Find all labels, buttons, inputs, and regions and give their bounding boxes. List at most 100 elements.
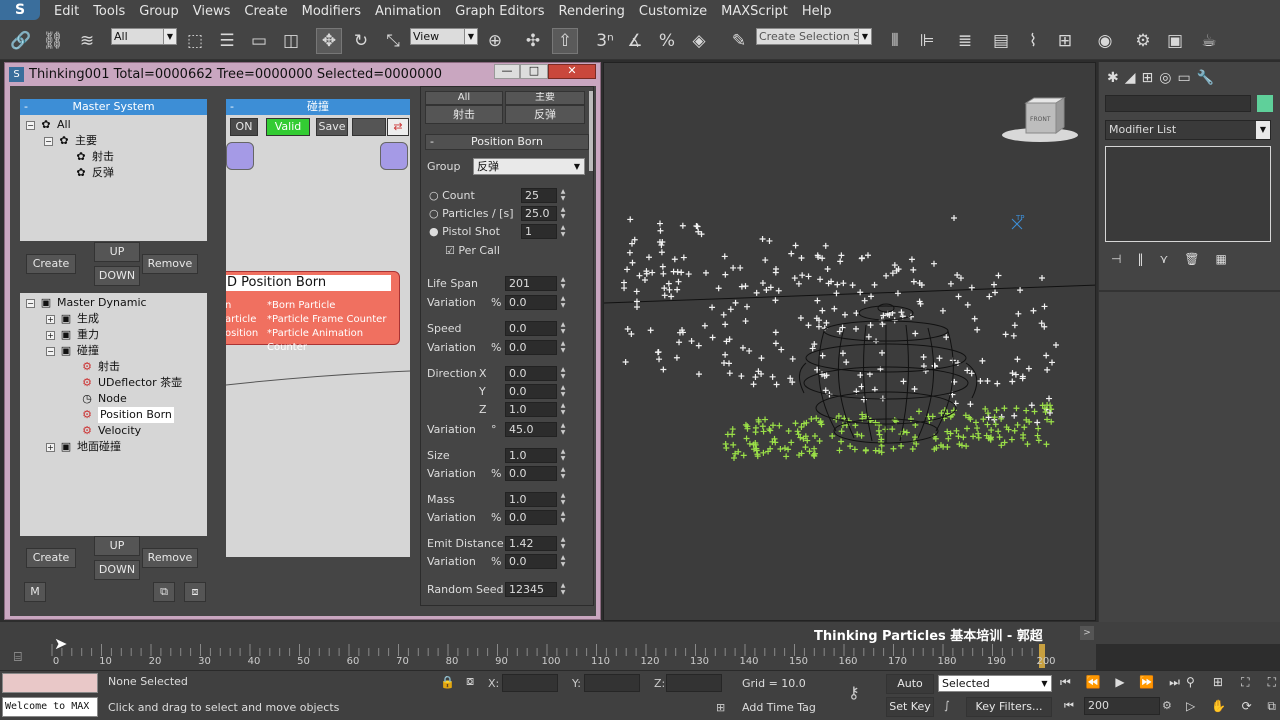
copy-icon[interactable]: ⧉ [153, 582, 175, 602]
named-selection-input[interactable]: Create Selection Se ▼ [756, 28, 872, 45]
direction-y-field[interactable]: 0.0 [505, 384, 557, 399]
emit-variation-spinner[interactable]: ▲ ▼ [559, 554, 567, 569]
tree-item-velocity[interactable]: ⚙ Velocity [80, 423, 141, 439]
go-to-start-icon[interactable]: ⏮ [1060, 675, 1071, 693]
percent-snap-icon[interactable]: % [654, 28, 680, 54]
direction-variation-field[interactable]: 45.0 [505, 422, 557, 437]
track-bar[interactable]: ⌸ 0 10 20 30 40 50 60 70 80 90 100 110 120 130 140 150 1… [0, 644, 1096, 670]
object-name-field[interactable] [1105, 95, 1251, 112]
edit-named-selection-icon[interactable]: ✎ [726, 28, 752, 54]
menu-item-graph-editors[interactable]: Graph Editors [455, 4, 544, 19]
tree-item-ground-collision[interactable]: + ▣ 地面碰撞 [46, 439, 121, 455]
tree-item-generate[interactable]: + ▣ 生成 [46, 311, 99, 327]
size-field[interactable]: 1.0 [505, 448, 557, 463]
tree-item-udeflector[interactable]: ⚙ UDeflector 茶壶 [80, 375, 182, 391]
menu-item-maxscript[interactable]: MAXScript [721, 4, 788, 19]
select-scale-icon[interactable]: ⤡ [380, 28, 406, 54]
particles-radio[interactable]: ○ Particles / [s] [429, 207, 514, 220]
paste-icon[interactable]: ⧈ [184, 582, 206, 602]
direction-z-spinner[interactable]: ▲ ▼ [559, 402, 567, 417]
hierarchy-tab-icon[interactable]: ⊞ [1142, 70, 1154, 86]
time-tag-icon[interactable]: ⊞ [716, 701, 725, 714]
mass-field[interactable]: 1.0 [505, 492, 557, 507]
current-frame-field[interactable]: 200 [1084, 697, 1160, 715]
save-button[interactable]: Save [316, 118, 348, 136]
create-group-button[interactable]: Create [26, 254, 76, 274]
group-tab-bounce[interactable]: 反弹 [505, 105, 585, 124]
life-span-spinner[interactable]: ▲ ▼ [559, 276, 567, 291]
key-mode-dropdown[interactable]: Selected ▼ [938, 675, 1052, 692]
count-radio[interactable]: ○ Count [429, 189, 475, 202]
key-tangent-icon[interactable]: ∫ [944, 699, 950, 712]
group-tab-shoot[interactable]: 射击 [425, 105, 503, 124]
key-mode-toggle-icon[interactable]: ⏮ [1064, 699, 1074, 713]
direction-y-spinner[interactable]: ▲ ▼ [559, 384, 567, 399]
align-icon[interactable]: ⊫ [914, 28, 940, 54]
size-spinner[interactable]: ▲ ▼ [559, 448, 567, 463]
dynamic-up-button[interactable]: UP [94, 536, 140, 556]
node-display-button[interactable] [352, 118, 386, 136]
snap-toggle-icon[interactable]: 3ⁿ [592, 28, 618, 54]
graphite-ribbon-icon[interactable]: ▤ [988, 28, 1014, 54]
speed-variation-spinner[interactable]: ▲ ▼ [559, 340, 567, 355]
bind-spacewarp-icon[interactable]: ≋ [74, 28, 100, 54]
select-rotate-icon[interactable]: ↻ [348, 28, 374, 54]
m-button[interactable]: M [24, 582, 46, 602]
rendered-frame-icon[interactable]: ▣ [1162, 28, 1188, 54]
direction-variation-spinner[interactable]: ▲ ▼ [559, 422, 567, 437]
maximize-viewport-icon[interactable]: ⧉ [1267, 699, 1276, 717]
x-coordinate-field[interactable] [502, 674, 558, 692]
node-canvas[interactable]: D Position Born n article osition *Born Pa… [226, 139, 410, 557]
reference-coord-dropdown[interactable]: View ▼ [410, 28, 478, 45]
window-crossing-icon[interactable]: ◫ [278, 28, 304, 54]
keyboard-shortcut-icon[interactable]: ⇧ [552, 28, 578, 54]
master-dynamic-tree[interactable]: − ▣ Master Dynamic + ▣ 生成 + ▣ 重力 − ▣ 碰撞 ⚙ 射击 ⚙ UDe… [20, 293, 207, 536]
menu-item-modifiers[interactable]: Modifiers [302, 4, 361, 19]
pistol-shot-spinner[interactable]: ▲ ▼ [559, 224, 567, 239]
pistol-shot-radio[interactable]: ● Pistol Shot [429, 225, 500, 238]
tree-item-main[interactable]: − ✿ 主要 [44, 133, 97, 149]
group-tab-all[interactable]: All [425, 91, 503, 105]
menu-item-create[interactable]: Create [244, 4, 287, 19]
emit-distance-field[interactable]: 1.42 [505, 536, 557, 551]
emit-variation-field[interactable]: 0.0 [505, 554, 557, 569]
schematic-view-icon[interactable]: ⊞ [1052, 28, 1078, 54]
y-coordinate-field[interactable] [584, 674, 640, 692]
count-spinner[interactable]: ▲ ▼ [559, 188, 567, 203]
set-key-button[interactable]: Set Key [886, 697, 934, 717]
close-button[interactable]: ✕ [548, 64, 596, 79]
rect-selection-icon[interactable]: ▭ [246, 28, 272, 54]
next-frame-icon[interactable]: ⏩ [1139, 675, 1154, 693]
utilities-tab-icon[interactable]: 🔧 [1197, 70, 1214, 86]
tree-item-gravity[interactable]: + ▣ 重力 [46, 327, 99, 343]
object-color-swatch[interactable] [1257, 95, 1273, 112]
group-tab-main[interactable]: 主要 [505, 91, 585, 105]
group-dropdown[interactable]: 反弹 ▼ [473, 158, 585, 175]
on-button[interactable]: ON [230, 118, 258, 136]
select-move-icon[interactable]: ✥ [316, 28, 342, 54]
configure-sets-icon[interactable]: ▦ [1215, 252, 1226, 268]
master-system-header[interactable]: - Master System [20, 99, 207, 115]
direction-x-field[interactable]: 0.0 [505, 366, 557, 381]
motion-tab-icon[interactable]: ◎ [1159, 70, 1171, 86]
mass-variation-spinner[interactable]: ▲ ▼ [559, 510, 567, 525]
add-time-tag-button[interactable]: Add Time Tag [742, 701, 816, 714]
time-configuration-icon[interactable]: ⚙ [1162, 699, 1172, 712]
pan-view-icon[interactable]: ✋ [1211, 699, 1226, 717]
tp-helper-icon[interactable]: TP [1011, 214, 1025, 230]
speed-variation-field[interactable]: 0.0 [505, 340, 557, 355]
selection-lock-icon[interactable]: 🔒 [440, 675, 455, 689]
menu-item-tools[interactable]: Tools [93, 4, 125, 19]
particles-field[interactable]: 25.0 [521, 206, 557, 221]
modifier-stack[interactable] [1105, 146, 1271, 242]
valid-button[interactable]: Valid [266, 118, 310, 136]
zoom-all-icon[interactable]: ⊞ [1213, 675, 1223, 693]
dynamic-down-button[interactable]: DOWN [94, 560, 140, 580]
z-coordinate-field[interactable] [666, 674, 722, 692]
create-dynamic-button[interactable]: Create [26, 548, 76, 568]
make-unique-icon[interactable]: ⋎ [1159, 252, 1168, 268]
spinner-snap-icon[interactable]: ◈ [686, 28, 712, 54]
tree-item-position-born[interactable]: ⚙ Position Born [80, 407, 174, 423]
direction-z-field[interactable]: 1.0 [505, 402, 557, 417]
orbit-icon[interactable]: ⟳ [1242, 699, 1252, 717]
